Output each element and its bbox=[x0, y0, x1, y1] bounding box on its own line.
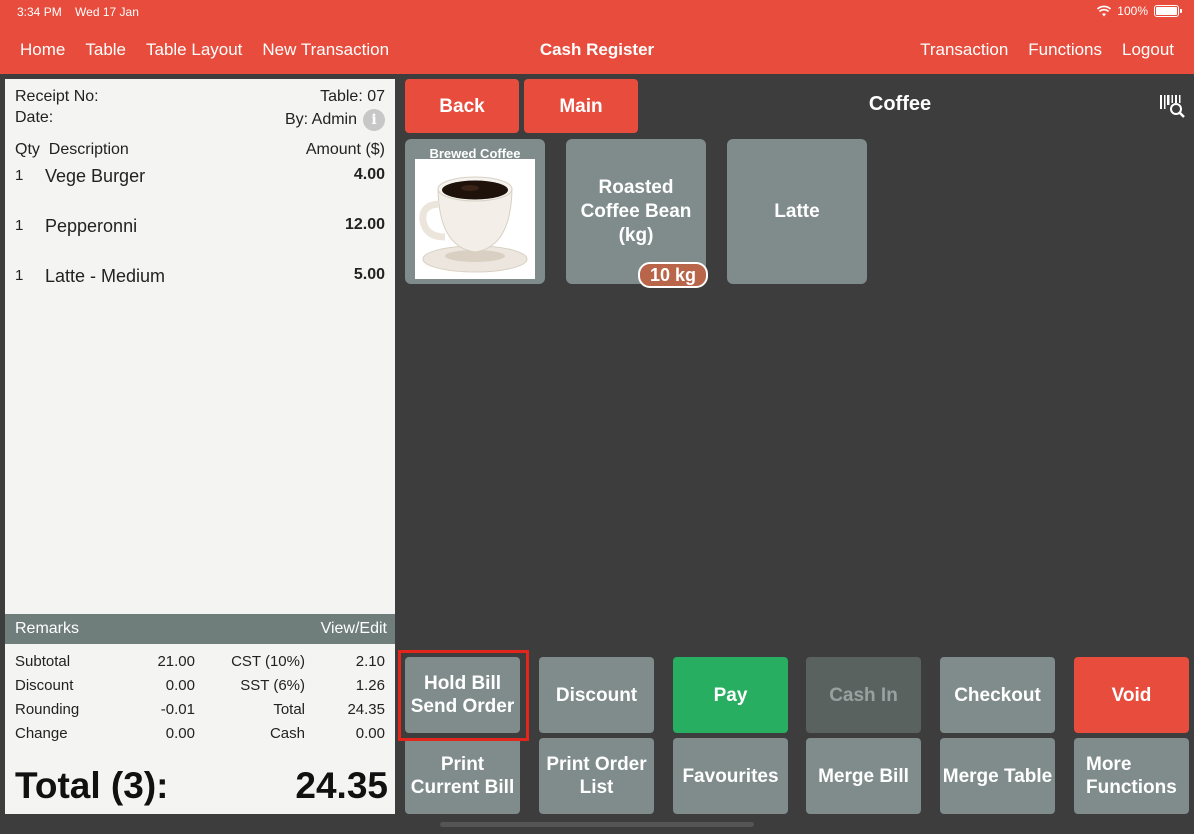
item-desc: Vege Burger bbox=[45, 166, 146, 186]
list-item[interactable]: 1 Pepperonni 12.00 bbox=[15, 216, 385, 237]
totals-label: Discount bbox=[15, 676, 74, 694]
totals-label: CST (10%) bbox=[231, 652, 305, 670]
view-edit-link[interactable]: View/Edit bbox=[321, 620, 387, 638]
item-amount: 12.00 bbox=[344, 216, 385, 233]
totals-label: Total bbox=[273, 700, 305, 718]
qty-description-header: Qty Description bbox=[15, 141, 129, 158]
item-desc: Latte - Medium bbox=[45, 266, 166, 286]
remarks-bar[interactable]: Remarks View/Edit bbox=[5, 614, 395, 644]
nav-new-transaction[interactable]: New Transaction bbox=[262, 40, 389, 60]
battery-percent: 100% bbox=[1117, 4, 1148, 18]
print-current-bill-button[interactable]: Print Current Bill bbox=[405, 738, 520, 814]
receipt-panel: Receipt No: Table: 07 Date: By: Admin i Q… bbox=[5, 79, 395, 814]
totals-value: 0.00 bbox=[165, 676, 195, 694]
nav-logout[interactable]: Logout bbox=[1122, 40, 1174, 60]
date-label: Date: bbox=[15, 109, 54, 126]
totals-row: Rounding -0.01 Total 24.35 bbox=[15, 697, 385, 721]
product-tile-roasted-coffee-bean[interactable]: Roasted Coffee Bean (kg) 10 kg bbox=[566, 139, 708, 288]
back-button[interactable]: Back bbox=[405, 79, 519, 133]
discount-button[interactable]: Discount bbox=[539, 657, 654, 733]
wifi-icon bbox=[1097, 5, 1112, 17]
list-item[interactable]: 1 Latte - Medium 5.00 bbox=[15, 266, 385, 287]
product-name: Roasted Coffee Bean (kg) bbox=[580, 176, 692, 246]
amount-header: Amount ($) bbox=[305, 141, 385, 158]
nav-left: Home Table Table Layout New Transaction bbox=[20, 40, 389, 60]
battery-icon bbox=[1154, 5, 1182, 17]
receipt-no-label: Receipt No: bbox=[15, 88, 99, 105]
home-indicator[interactable] bbox=[440, 822, 754, 827]
receipt-row-1: Receipt No: Table: 07 bbox=[15, 88, 385, 106]
totals-label: Cash bbox=[269, 724, 305, 742]
nav-table-layout[interactable]: Table Layout bbox=[146, 40, 242, 60]
highlight-outline bbox=[398, 650, 529, 741]
totals-label: Subtotal bbox=[15, 652, 71, 670]
nav-home[interactable]: Home bbox=[20, 40, 65, 60]
merge-table-button[interactable]: Merge Table bbox=[940, 738, 1055, 814]
item-qty: 1 bbox=[15, 267, 24, 284]
status-indicators: 100% bbox=[1097, 4, 1182, 18]
totals-row: Subtotal 21.00 CST (10%) 2.10 bbox=[15, 649, 385, 673]
nav-transaction[interactable]: Transaction bbox=[920, 40, 1008, 60]
favourites-button[interactable]: Favourites bbox=[673, 738, 788, 814]
totals-value: 1.26 bbox=[355, 676, 385, 694]
cash-in-button[interactable]: Cash In bbox=[806, 657, 921, 733]
totals-value: 2.10 bbox=[355, 652, 385, 670]
totals-value: 0.00 bbox=[355, 724, 385, 742]
barcode-search-icon[interactable] bbox=[1159, 93, 1185, 119]
void-button[interactable]: Void bbox=[1074, 657, 1189, 733]
by-admin-wrap: By: Admin i bbox=[285, 109, 385, 131]
item-qty: 1 bbox=[15, 167, 24, 184]
product-tile-brewed-coffee[interactable]: Brewed Coffee bbox=[405, 139, 545, 284]
item-amount: 4.00 bbox=[353, 166, 385, 183]
print-order-list-button[interactable]: Print Order List bbox=[539, 738, 654, 814]
list-item[interactable]: 1 Vege Burger 4.00 bbox=[15, 166, 385, 187]
coffee-cup-image bbox=[415, 159, 535, 279]
totals-label: Rounding bbox=[15, 700, 80, 718]
main-button[interactable]: Main bbox=[524, 79, 638, 133]
totals-value: -0.01 bbox=[160, 700, 195, 718]
totals-label: SST (6%) bbox=[240, 676, 305, 694]
totals-value: 24.35 bbox=[347, 700, 385, 718]
status-time: 3:34 PM bbox=[17, 5, 62, 19]
nav-functions[interactable]: Functions bbox=[1028, 40, 1102, 60]
receipt-row-2: Date: By: Admin i bbox=[15, 109, 385, 131]
totals-value: 21.00 bbox=[157, 652, 195, 670]
receipt-header-row: Qty Description Amount ($) bbox=[15, 141, 385, 159]
item-qty: 1 bbox=[15, 217, 24, 234]
totals-value: 0.00 bbox=[165, 724, 195, 742]
stock-badge: 10 kg bbox=[637, 262, 708, 288]
merge-bill-button[interactable]: Merge Bill bbox=[806, 738, 921, 814]
item-desc: Pepperonni bbox=[45, 216, 138, 236]
totals-row: Discount 0.00 SST (6%) 1.26 bbox=[15, 673, 385, 697]
pay-button[interactable]: Pay bbox=[673, 657, 788, 733]
category-title: Coffee bbox=[868, 93, 932, 115]
status-bar: 3:34 PM Wed 17 Jan bbox=[17, 5, 149, 19]
grand-total-label: Total (3): bbox=[15, 765, 169, 806]
status-date: Wed 17 Jan bbox=[75, 5, 139, 19]
info-icon[interactable]: i bbox=[363, 109, 385, 131]
product-name: Latte bbox=[774, 200, 820, 222]
nav-table[interactable]: Table bbox=[85, 40, 126, 60]
item-amount: 5.00 bbox=[353, 266, 385, 283]
by-label: By: Admin bbox=[284, 111, 357, 129]
more-functions-button[interactable]: More Functions bbox=[1074, 738, 1189, 814]
grand-total-value: 24.35 bbox=[295, 765, 388, 806]
table-label: Table: 07 bbox=[320, 88, 385, 105]
grand-total: Total (3): 24.35 bbox=[15, 765, 388, 807]
totals-table: Subtotal 21.00 CST (10%) 2.10 Discount 0… bbox=[15, 649, 385, 745]
remarks-label: Remarks bbox=[15, 620, 80, 637]
product-tile-latte[interactable]: Latte bbox=[727, 139, 867, 284]
nav-right: Transaction Functions Logout bbox=[920, 40, 1174, 60]
page-title: Cash Register bbox=[539, 40, 655, 59]
top-bar: 3:34 PM Wed 17 Jan 100% Home Table Table… bbox=[0, 0, 1194, 74]
totals-row: Change 0.00 Cash 0.00 bbox=[15, 721, 385, 745]
totals-label: Change bbox=[15, 724, 68, 742]
checkout-button[interactable]: Checkout bbox=[940, 657, 1055, 733]
